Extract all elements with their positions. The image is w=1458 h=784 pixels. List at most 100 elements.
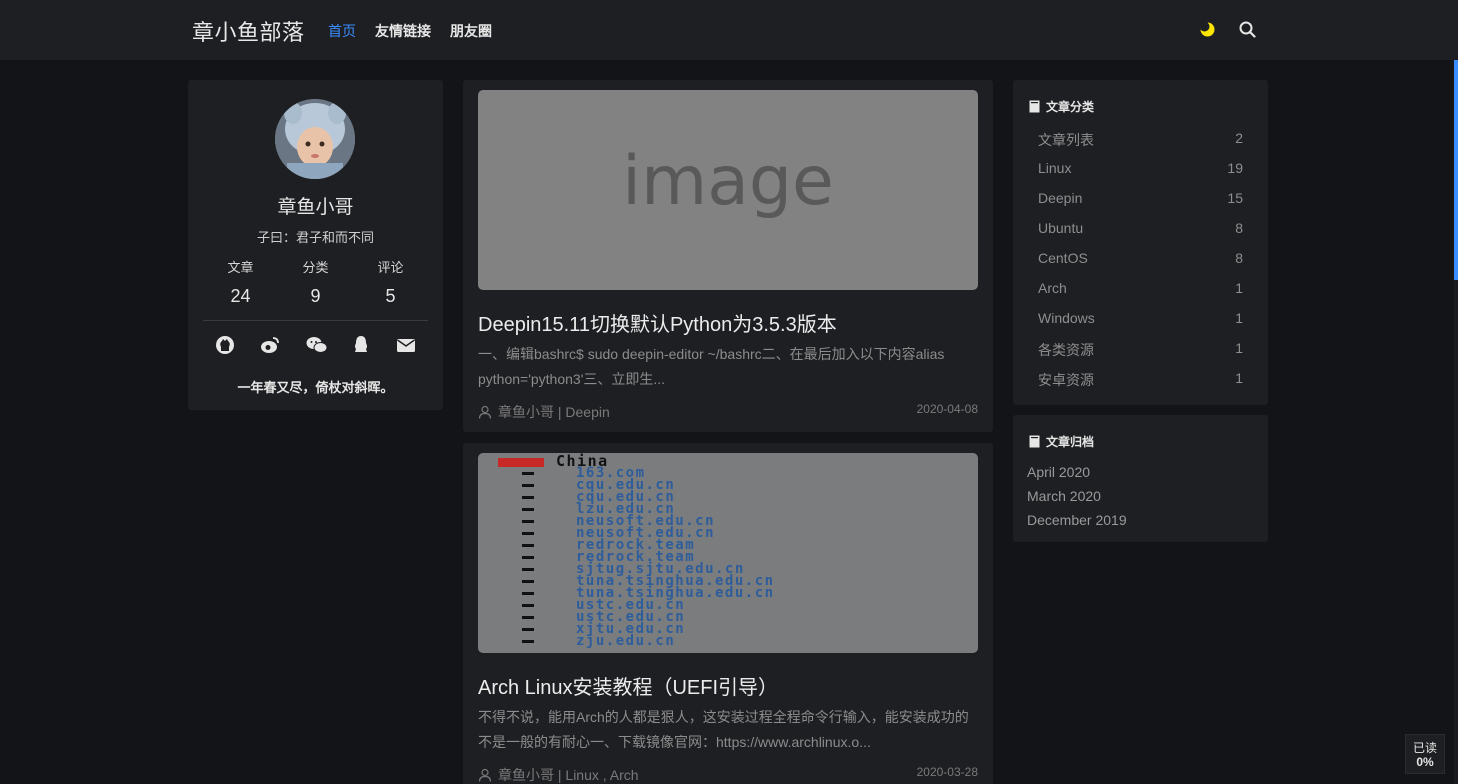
category-count: 15 bbox=[1227, 190, 1243, 206]
category-name: Deepin bbox=[1038, 190, 1083, 206]
mirror-dash bbox=[522, 532, 534, 535]
archive-item[interactable]: March 2020 bbox=[1027, 488, 1127, 512]
post-meta: 章鱼小哥 | Deepin bbox=[478, 402, 610, 422]
category-item[interactable]: Ubuntu 8 bbox=[1038, 220, 1243, 250]
category-name: CentOS bbox=[1038, 250, 1088, 266]
nav-item-home[interactable]: 首页 bbox=[328, 21, 356, 41]
category-list: 文章列表 2 Linux 19 Deepin 15 Ubuntu 8 CentOS 8 A… bbox=[1038, 130, 1243, 400]
category-count: 1 bbox=[1235, 310, 1243, 326]
mirror-row: cqu.edu.cn bbox=[498, 489, 978, 505]
weibo-icon[interactable] bbox=[260, 335, 280, 355]
mirror-row: redrock.team bbox=[498, 537, 978, 553]
widget-title: 文章分类 bbox=[1029, 98, 1094, 115]
search-icon[interactable] bbox=[1239, 21, 1256, 38]
stat-label: 文章 bbox=[227, 260, 254, 275]
category-count: 19 bbox=[1227, 160, 1243, 176]
category-count: 1 bbox=[1235, 340, 1243, 356]
mirror-row: tuna.tsinghua.edu.cn bbox=[498, 585, 978, 601]
book-icon bbox=[1029, 435, 1040, 448]
social-links bbox=[203, 335, 428, 355]
github-icon[interactable] bbox=[215, 335, 235, 355]
mirror-dash bbox=[522, 628, 534, 631]
category-item[interactable]: CentOS 8 bbox=[1038, 250, 1243, 280]
widget-title: 文章归档 bbox=[1029, 433, 1094, 450]
post-excerpt: 一、编辑bashrc$ sudo deepin-editor ~/bashrc二… bbox=[478, 346, 945, 387]
archive-list: April 2020 March 2020 December 2019 bbox=[1027, 464, 1127, 536]
stat-value: 24 bbox=[230, 286, 251, 306]
post-title[interactable]: Arch Linux安装教程（UEFI引导） bbox=[478, 671, 778, 700]
mirror-dash bbox=[522, 484, 534, 487]
category-item[interactable]: Linux 19 bbox=[1038, 160, 1243, 190]
user-icon bbox=[478, 768, 492, 782]
mirror-row: xjtu.edu.cn bbox=[498, 621, 978, 637]
category-item[interactable]: 文章列表 2 bbox=[1038, 130, 1243, 160]
mirror-dash bbox=[522, 520, 534, 523]
category-name: Arch bbox=[1038, 280, 1067, 296]
mirror-dash bbox=[522, 568, 534, 571]
post-card: image Deepin15.11切换默认Python为3.5.3版本 一、编辑… bbox=[463, 80, 993, 432]
nav-item-links[interactable]: 友情链接 bbox=[375, 21, 431, 41]
category-name: Windows bbox=[1038, 310, 1095, 326]
stat-value: 9 bbox=[310, 286, 321, 306]
email-icon[interactable] bbox=[396, 335, 416, 355]
post-title[interactable]: Deepin15.11切换默认Python为3.5.3版本 bbox=[478, 308, 837, 337]
category-count: 8 bbox=[1235, 250, 1243, 266]
mirror-row: ustc.edu.cn bbox=[498, 609, 978, 625]
mirror-dash bbox=[522, 592, 534, 595]
mirror-row: zju.edu.cn bbox=[498, 633, 978, 649]
mirror-dash bbox=[522, 508, 534, 511]
post-date: 2020-03-28 bbox=[916, 765, 978, 779]
categories-widget: 文章分类 文章列表 2 Linux 19 Deepin 15 Ubuntu 8 Cent… bbox=[1013, 80, 1268, 405]
post-meta: 章鱼小哥 | Linux , Arch bbox=[478, 765, 639, 784]
post-card: China 163.com cqu.edu.cn cqu.edu.cn lzu.edu… bbox=[463, 443, 993, 784]
post-date: 2020-04-08 bbox=[916, 402, 978, 416]
category-item[interactable]: Arch 1 bbox=[1038, 280, 1243, 310]
stat-label: 评论 bbox=[377, 260, 404, 275]
mirror-row: ustc.edu.cn bbox=[498, 597, 978, 613]
post-cover-image[interactable]: image bbox=[478, 90, 978, 290]
wechat-icon[interactable] bbox=[306, 335, 327, 355]
book-icon bbox=[1029, 100, 1040, 113]
category-name: Ubuntu bbox=[1038, 220, 1084, 236]
china-flag-icon bbox=[498, 458, 544, 467]
category-item[interactable]: Windows 1 bbox=[1038, 310, 1243, 340]
stat-label: 分类 bbox=[302, 260, 329, 275]
mirror-row: neusoft.edu.cn bbox=[498, 513, 978, 529]
scrollbar-thumb[interactable] bbox=[1454, 60, 1458, 280]
mirror-list: China 163.com cqu.edu.cn cqu.edu.cn lzu.edu… bbox=[498, 453, 978, 649]
archive-item[interactable]: April 2020 bbox=[1027, 464, 1127, 488]
category-item[interactable]: 各类资源 1 bbox=[1038, 340, 1243, 370]
mirror-dash bbox=[522, 640, 534, 643]
stat-comments[interactable]: 评论 5 bbox=[353, 257, 428, 307]
divider bbox=[203, 320, 428, 321]
mirror-dash bbox=[522, 544, 534, 547]
read-label: 已读 bbox=[1412, 741, 1437, 755]
user-icon bbox=[478, 405, 492, 419]
profile-card: 章鱼小哥 子曰：君子和而不同 文章 24 分类 9 评论 5 一年春又尽，倚杖对… bbox=[188, 80, 443, 410]
top-header: 章小鱼部落 首页 友情链接 朋友圈 bbox=[0, 0, 1458, 60]
mirror-row: 163.com bbox=[498, 465, 978, 481]
mirror-dash bbox=[522, 472, 534, 475]
post-author-category[interactable]: 章鱼小哥 | Linux , Arch bbox=[498, 765, 639, 784]
post-author-category[interactable]: 章鱼小哥 | Deepin bbox=[498, 402, 610, 422]
archive-item[interactable]: December 2019 bbox=[1027, 512, 1127, 536]
stat-categories[interactable]: 分类 9 bbox=[278, 257, 353, 307]
read-progress-badge[interactable]: 已读 0% bbox=[1405, 734, 1445, 774]
avatar[interactable] bbox=[275, 99, 355, 179]
category-item[interactable]: 安卓资源 1 bbox=[1038, 370, 1243, 400]
post-excerpt: 不得不说，能用Arch的人都是狠人，这安装过程全程命令行输入，能安装成功的不是一… bbox=[478, 709, 969, 750]
category-count: 2 bbox=[1235, 130, 1243, 146]
mirror-header-row: China bbox=[498, 453, 978, 470]
category-item[interactable]: Deepin 15 bbox=[1038, 190, 1243, 220]
widget-title-text: 文章分类 bbox=[1046, 100, 1095, 114]
mirror-dash bbox=[522, 604, 534, 607]
archives-widget: 文章归档 April 2020 March 2020 December 2019 bbox=[1013, 415, 1268, 542]
qq-icon[interactable] bbox=[351, 335, 371, 355]
site-brand[interactable]: 章小鱼部落 bbox=[192, 15, 305, 47]
post-cover-image[interactable]: China 163.com cqu.edu.cn cqu.edu.cn lzu.edu… bbox=[478, 453, 978, 653]
moon-icon[interactable] bbox=[1199, 21, 1215, 37]
nav-item-moments[interactable]: 朋友圈 bbox=[450, 21, 492, 41]
stat-posts[interactable]: 文章 24 bbox=[203, 257, 278, 307]
mirror-dash bbox=[522, 556, 534, 559]
stat-value: 5 bbox=[385, 286, 396, 306]
